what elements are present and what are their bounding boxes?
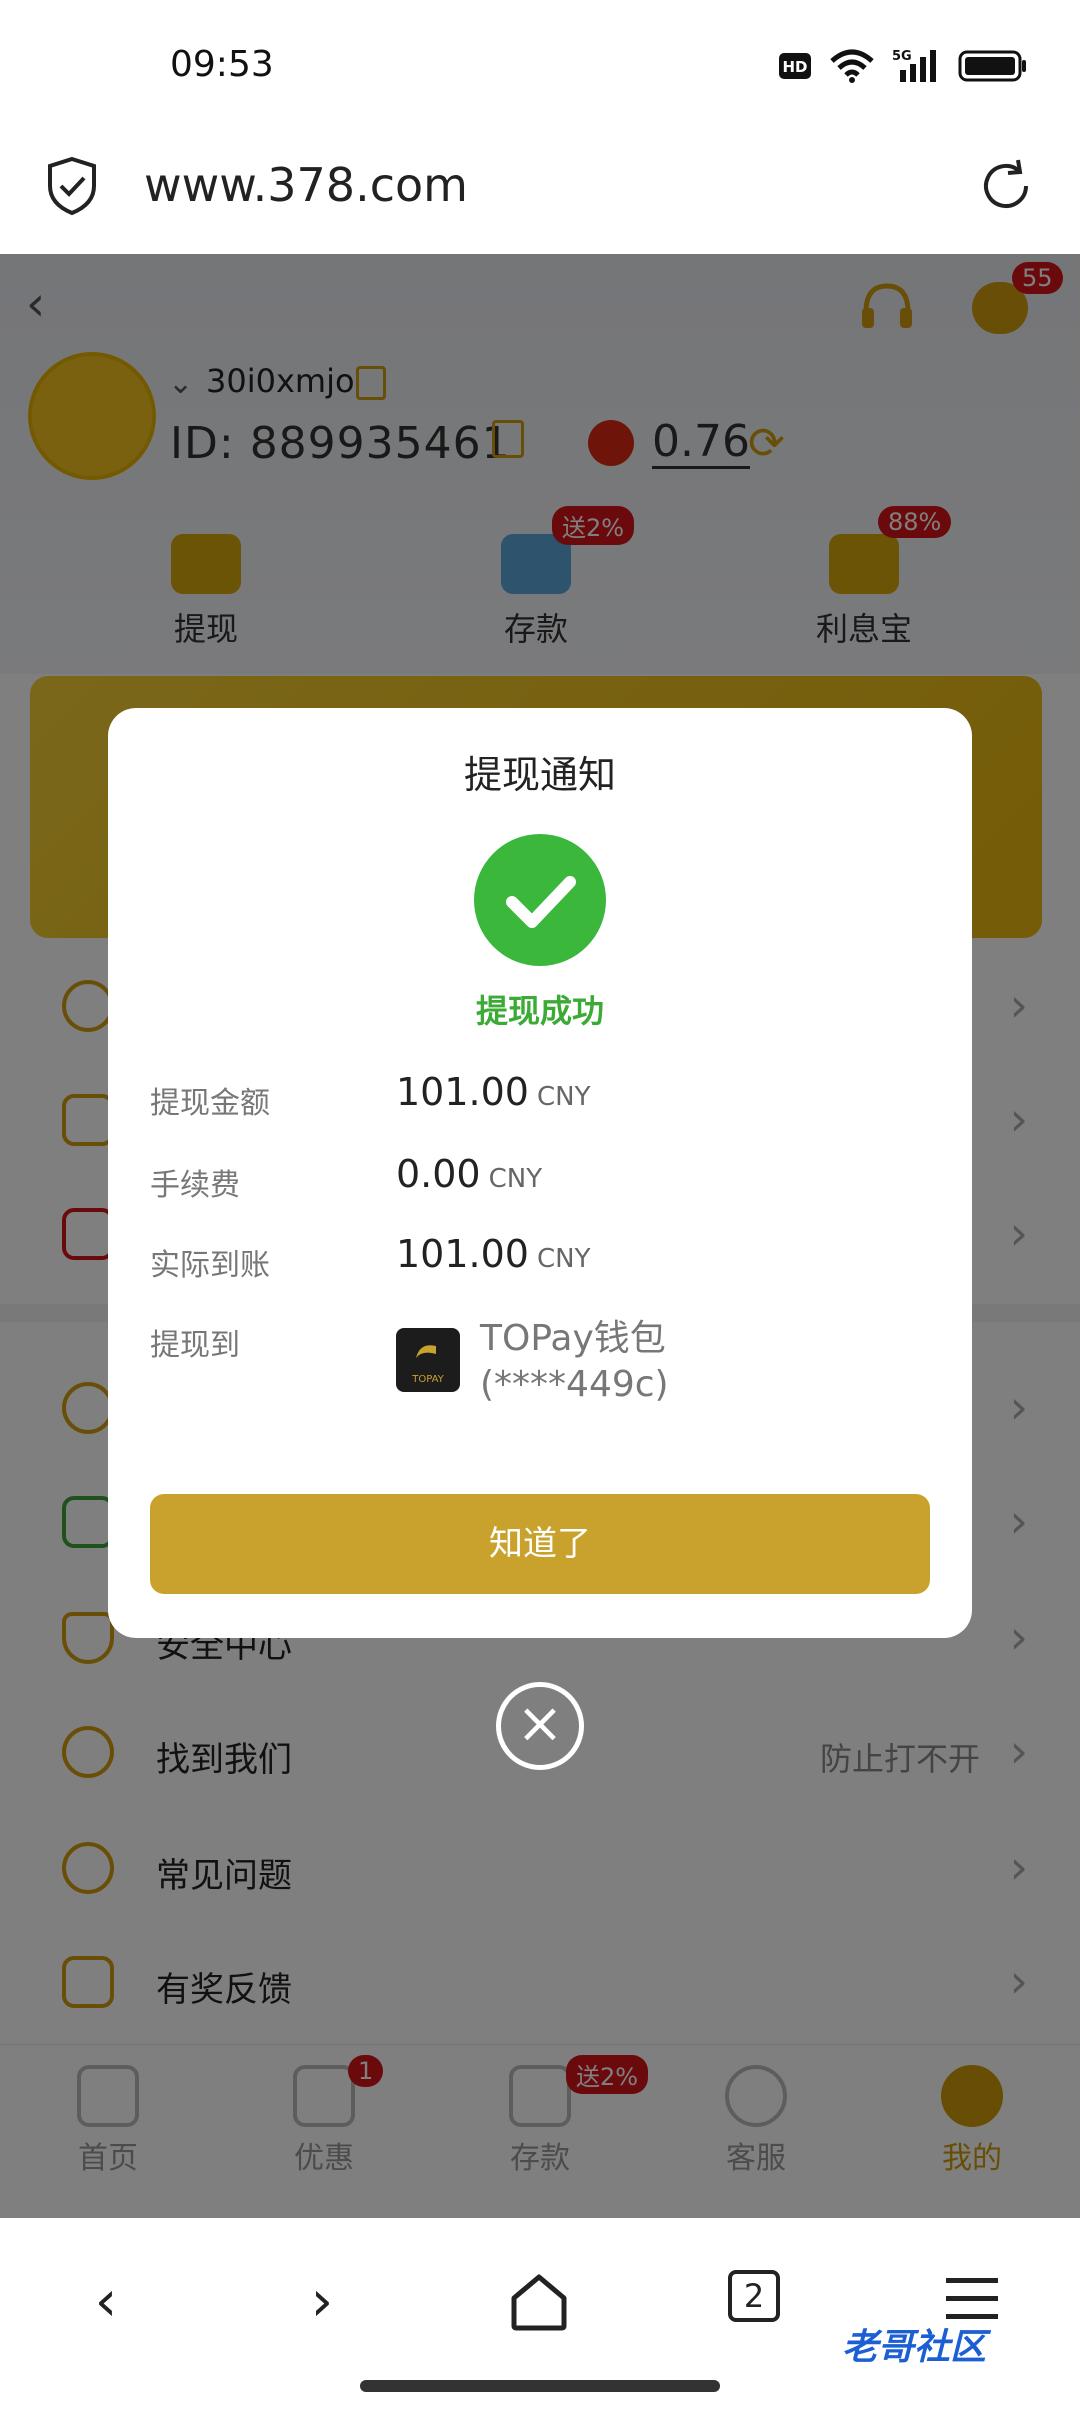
topay-logo-icon: TOPAY: [396, 1328, 460, 1392]
wallet-account: (****449c): [480, 1364, 669, 1405]
actual-value-wrap: 101.00 CNY: [396, 1232, 590, 1276]
fee-label: 手续费: [150, 1168, 240, 1203]
fee-value-wrap: 0.00 CNY: [396, 1152, 542, 1196]
status-bar: 09:53 HD 5G: [0, 0, 1080, 130]
5g-signal-icon: 5G: [892, 49, 936, 82]
amount-value-wrap: 101.00 CNY: [396, 1070, 590, 1114]
success-check-icon: [474, 834, 606, 966]
fee-row: 手续费 0.00 CNY: [150, 1152, 930, 1212]
menu-icon[interactable]: [944, 2274, 1000, 2322]
gesture-bar[interactable]: [360, 2380, 720, 2392]
amount-value: 101.00: [396, 1070, 529, 1114]
amount-row: 提现金额 101.00 CNY: [150, 1070, 930, 1130]
svg-text:5G: 5G: [892, 49, 912, 64]
amount-currency: CNY: [536, 1082, 591, 1112]
screen: 09:53 HD 5G www.378.com ‹ 55 ⌄ 30i0xmjo …: [0, 0, 1080, 2412]
battery-icon: [958, 50, 1026, 82]
actual-currency: CNY: [536, 1244, 591, 1274]
status-time: 09:53: [170, 44, 274, 85]
svg-text:HD: HD: [782, 58, 807, 76]
browser-back-icon[interactable]: ‹: [66, 2262, 146, 2342]
browser-forward-icon[interactable]: ›: [282, 2262, 362, 2342]
hd-icon: HD: [779, 53, 811, 79]
wallet-info: TOPay钱包 (****449c): [480, 1316, 669, 1408]
amount-label: 提现金额: [150, 1086, 270, 1121]
actual-row: 实际到账 101.00 CNY: [150, 1232, 930, 1292]
close-icon[interactable]: ×: [496, 1682, 584, 1770]
withdraw-notice-modal: 提现通知 提现成功 提现金额 101.00 CNY 手续费 0.00 CNY 实际到…: [108, 708, 972, 1638]
modal-title: 提现通知: [463, 753, 616, 797]
browser-home-icon[interactable]: [508, 2272, 570, 2332]
browser-address-bar[interactable]: www.378.com: [0, 130, 1080, 254]
wallet-name: TOPay钱包: [480, 1318, 666, 1359]
shield-check-icon[interactable]: [46, 156, 98, 216]
status-icons: HD 5G: [778, 48, 1028, 84]
svg-text:TOPAY: TOPAY: [411, 1374, 444, 1385]
actual-value: 101.00: [396, 1232, 529, 1276]
wifi-icon: [830, 49, 874, 83]
withdraw-status: 提现成功: [475, 992, 604, 1030]
destination-label: 提现到: [150, 1328, 240, 1363]
reload-icon[interactable]: [978, 158, 1034, 214]
actual-label: 实际到账: [150, 1248, 270, 1283]
tab-count-button[interactable]: 2: [728, 2270, 780, 2322]
fee-currency: CNY: [488, 1164, 543, 1194]
ok-button[interactable]: 知道了: [150, 1494, 930, 1594]
fee-value: 0.00: [396, 1152, 481, 1196]
url-text[interactable]: www.378.com: [144, 158, 468, 212]
watermark: 老哥社区: [842, 2327, 987, 2368]
